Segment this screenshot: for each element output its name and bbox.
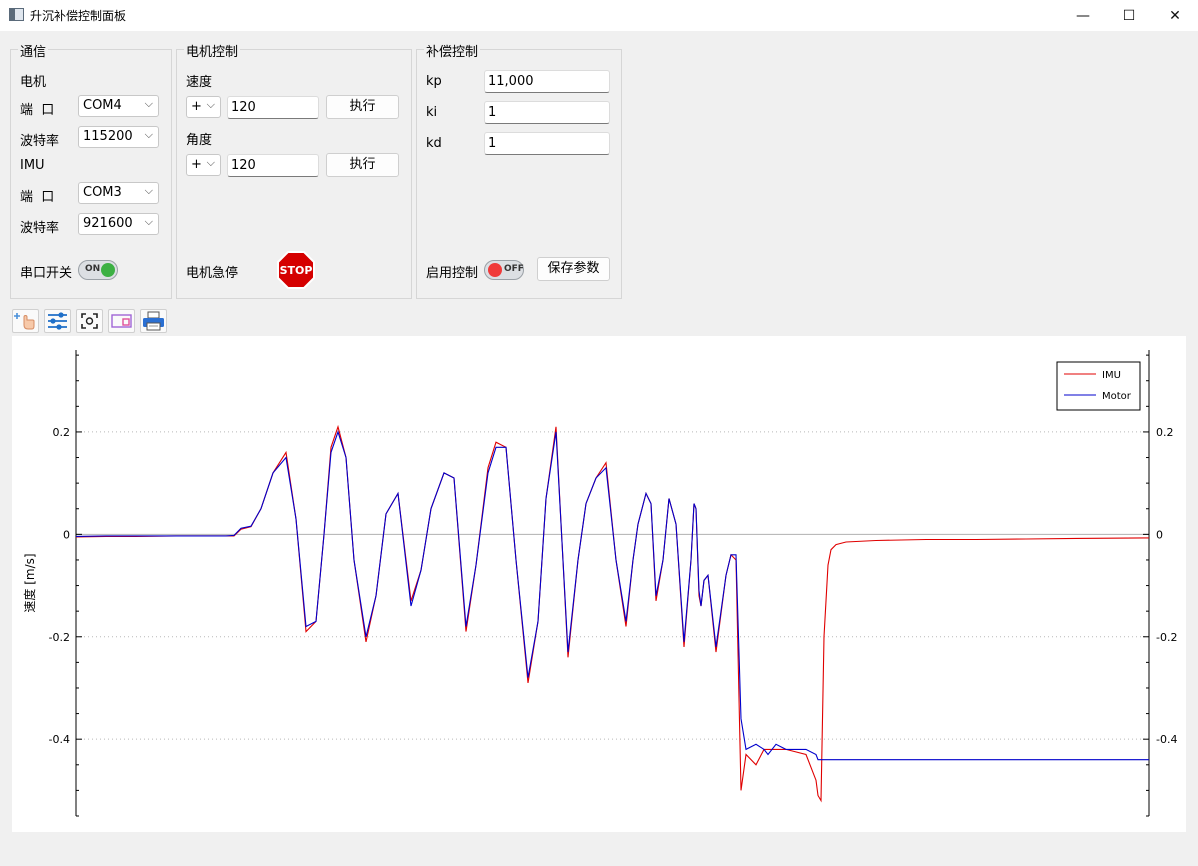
legend-label-motor: Motor bbox=[1102, 391, 1132, 402]
ki-input[interactable]: 1 bbox=[484, 101, 610, 124]
imu-section-label: IMU bbox=[20, 158, 45, 173]
left-tick-label: -0.4 bbox=[49, 733, 70, 746]
y-axis-label: 速度 [m/s] bbox=[22, 553, 37, 612]
kp-label: kp bbox=[426, 74, 442, 89]
window-title: 升沉补偿控制面板 bbox=[30, 9, 127, 23]
motor-port-select[interactable]: COM4 ⌵ bbox=[78, 95, 159, 117]
motor-section-label: 电机 bbox=[20, 75, 47, 90]
axis-ticks: 0.2 0.2 0 0 -0.2 -0.2 -0.4 -0.4 bbox=[49, 354, 1177, 817]
print-icon bbox=[143, 311, 164, 331]
zoom-fit-icon bbox=[81, 313, 98, 329]
kd-label: kd bbox=[426, 136, 442, 151]
serial-switch-label: 串口开关 bbox=[20, 266, 73, 281]
title-bar: 升沉补偿控制面板 — ☐ ✕ bbox=[0, 0, 1198, 31]
right-tick-label: 0 bbox=[1156, 528, 1163, 541]
series-line-motor bbox=[75, 430, 1149, 761]
chevron-down-icon: ⌵ bbox=[144, 128, 153, 141]
motor-port-label: 端 口 bbox=[20, 103, 55, 118]
comm-group-title: 通信 bbox=[18, 41, 49, 60]
right-tick-label: 0.2 bbox=[1156, 426, 1174, 439]
sliders-icon bbox=[48, 312, 67, 330]
right-tick-label: -0.2 bbox=[1156, 631, 1177, 644]
chart-legend: IMU Motor bbox=[1056, 361, 1141, 411]
app-window-icon bbox=[9, 8, 24, 21]
enable-control-label: 启用控制 bbox=[426, 266, 479, 281]
angle-exec-button[interactable]: 执行 bbox=[326, 153, 399, 177]
estop-label: 电机急停 bbox=[186, 266, 239, 281]
left-tick-label: -0.2 bbox=[49, 631, 70, 644]
kd-input[interactable]: 1 bbox=[484, 132, 610, 155]
chart-grid bbox=[76, 431, 1149, 740]
ki-label: ki bbox=[426, 105, 438, 120]
maximize-button[interactable]: ☐ bbox=[1106, 0, 1152, 31]
left-tick-label: 0.2 bbox=[53, 426, 71, 439]
imu-baud-select[interactable]: 921600 ⌵ bbox=[78, 213, 159, 235]
imu-port-label: 端 口 bbox=[20, 190, 55, 205]
save-params-button[interactable]: 保存参数 bbox=[537, 257, 610, 281]
serial-switch-toggle[interactable]: ON bbox=[78, 260, 118, 280]
close-button[interactable]: ✕ bbox=[1152, 0, 1198, 31]
left-tick-label: 0 bbox=[63, 528, 70, 541]
chevron-down-icon: ⌵ bbox=[144, 97, 153, 110]
chevron-down-icon: ⌵ bbox=[206, 156, 215, 169]
legend-box bbox=[1056, 361, 1141, 411]
pointer-move-icon bbox=[14, 313, 35, 330]
chevron-down-icon: ⌵ bbox=[144, 215, 153, 228]
motor-baud-select[interactable]: 115200 ⌵ bbox=[78, 126, 159, 148]
print-tool[interactable] bbox=[140, 309, 167, 333]
layout-icon bbox=[111, 314, 132, 328]
stop-text: STOP bbox=[280, 264, 313, 277]
velocity-chart[interactable]: 0.2 0.2 0 0 -0.2 -0.2 -0.4 -0.4 速度 [m/s] IMU Mot… bbox=[12, 336, 1186, 832]
toggle-knob bbox=[488, 263, 502, 277]
legend-label-imu: IMU bbox=[1102, 370, 1121, 381]
stop-button[interactable]: STOP bbox=[277, 251, 315, 289]
minimize-button[interactable]: — bbox=[1060, 0, 1106, 31]
imu-baud-label: 波特率 bbox=[20, 221, 60, 236]
right-tick-label: -0.4 bbox=[1156, 733, 1177, 746]
pointer-move-tool[interactable] bbox=[12, 309, 39, 333]
motor-group-title: 电机控制 bbox=[184, 41, 241, 60]
enable-control-toggle[interactable]: OFF bbox=[484, 260, 524, 280]
angle-input[interactable]: 120 bbox=[227, 154, 319, 177]
kp-input[interactable]: 11,000 bbox=[484, 70, 610, 93]
toggle-knob bbox=[101, 263, 115, 277]
motor-baud-label: 波特率 bbox=[20, 134, 60, 149]
layout-tool[interactable] bbox=[108, 309, 135, 333]
angle-label: 角度 bbox=[186, 133, 213, 148]
chevron-down-icon: ⌵ bbox=[206, 98, 215, 111]
settings-sliders-tool[interactable] bbox=[44, 309, 71, 333]
chevron-down-icon: ⌵ bbox=[144, 184, 153, 197]
chart-series bbox=[75, 424, 1150, 803]
series-line-imu bbox=[75, 424, 1150, 803]
imu-port-select[interactable]: COM3 ⌵ bbox=[78, 182, 159, 204]
speed-label: 速度 bbox=[186, 75, 213, 90]
zoom-fit-tool[interactable] bbox=[76, 309, 103, 333]
comp-group-title: 补偿控制 bbox=[424, 41, 481, 60]
angle-sign-select[interactable]: + ⌵ bbox=[186, 154, 221, 176]
plot-area[interactable]: 0.2 0.2 0 0 -0.2 -0.2 -0.4 -0.4 速度 [m/s] IMU Mot… bbox=[12, 336, 1186, 832]
speed-input[interactable]: 120 bbox=[227, 96, 319, 119]
speed-exec-button[interactable]: 执行 bbox=[326, 95, 399, 119]
speed-sign-select[interactable]: + ⌵ bbox=[186, 96, 221, 118]
